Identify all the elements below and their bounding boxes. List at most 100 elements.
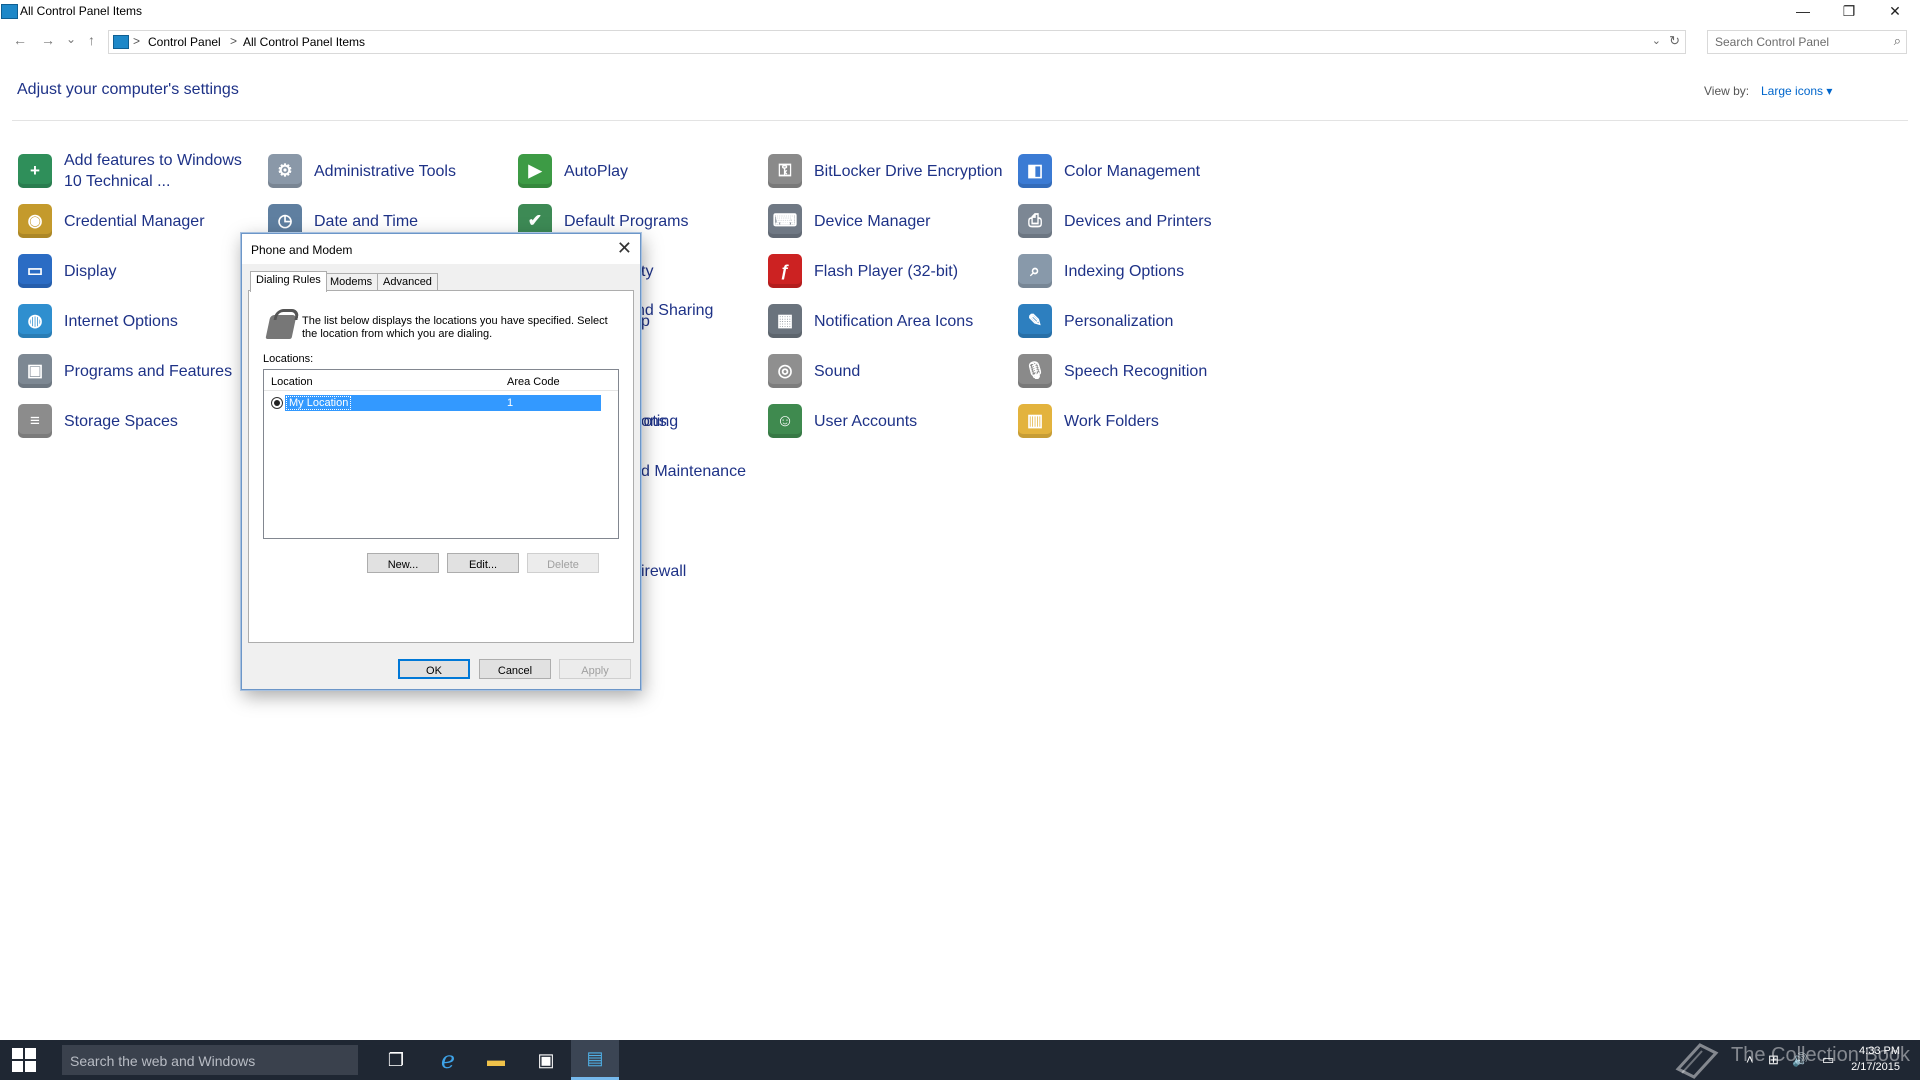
control-panel-item[interactable]: ƒ Flash Player (32-bit): [768, 246, 1014, 296]
phone-icon: [265, 315, 297, 339]
location-name: My Location: [286, 396, 352, 410]
back-arrow-icon[interactable]: ←: [13, 32, 27, 48]
credential-manager-icon: ◉: [18, 204, 52, 238]
control-panel-item-label: BitLocker Drive Encryption: [814, 162, 1003, 180]
control-panel-item-label: Flash Player (32-bit): [814, 262, 959, 280]
dialog-close-icon[interactable]: ✕: [617, 238, 632, 259]
control-panel-item-label: Default Programs: [564, 212, 689, 230]
refresh-icon[interactable]: ↻: [1669, 33, 1680, 49]
chevron-down-icon[interactable]: ⌄: [1652, 34, 1661, 47]
restore-button[interactable]: ❐: [1826, 0, 1872, 22]
breadcrumb-separator: >: [230, 34, 238, 48]
watermark-text: The Collection Book: [1731, 1044, 1910, 1066]
control-panel-item[interactable]: ▦ Notification Area Icons: [768, 296, 1014, 346]
task-view-icon[interactable]: ❐: [372, 1040, 420, 1080]
breadcrumb-separator: >: [133, 34, 141, 48]
control-panel-item[interactable]: ▶ AutoPlay: [518, 146, 764, 196]
control-panel-item[interactable]: ▣ Programs and Features: [18, 346, 264, 396]
column-header-location[interactable]: Location: [271, 376, 313, 388]
control-panel-item[interactable]: ⌕ Indexing Options: [1018, 246, 1264, 296]
locations-list[interactable]: Location Area Code My Location 1: [263, 369, 619, 539]
control-panel-item[interactable]: ◍ Internet Options: [18, 296, 264, 346]
control-panel-item-label: Internet Options: [64, 312, 178, 330]
notification-area-icon: ▦: [768, 304, 802, 338]
control-panel-item[interactable]: ▥ Work Folders: [1018, 396, 1264, 446]
control-panel-item-label: Personalization: [1064, 312, 1174, 330]
new-button[interactable]: New...: [367, 553, 439, 573]
tab-dialing-rules[interactable]: Dialing Rules: [250, 271, 327, 292]
view-by-label: View by:: [1704, 84, 1750, 98]
navigation-bar: ← → ⌄ ↑ > Control Panel > All Control Pa…: [0, 28, 1920, 54]
autoplay-icon: ▶: [518, 154, 552, 188]
internet-explorer-icon[interactable]: ℯ: [424, 1040, 472, 1080]
taskbar-search-input[interactable]: Search the web and Windows: [62, 1045, 358, 1075]
control-panel-item[interactable]: ⚿ BitLocker Drive Encryption: [768, 146, 1014, 196]
control-panel-item[interactable]: + Add features to Windows 10 Technical ..…: [18, 146, 264, 196]
control-panel-item[interactable]: ◉ Credential Manager: [18, 196, 264, 246]
header-divider: [264, 390, 618, 391]
control-panel-item[interactable]: 🎙 Speech Recognition: [1018, 346, 1264, 396]
breadcrumb-all-items[interactable]: All Control Panel Items: [243, 35, 365, 49]
control-panel-item-label: AutoPlay: [564, 162, 629, 180]
search-icon[interactable]: ⌕: [1894, 33, 1901, 49]
admin-tools-icon: ⚙: [268, 154, 302, 188]
control-panel-item-label: Device Manager: [814, 212, 931, 230]
up-arrow-icon[interactable]: ↑: [88, 32, 95, 48]
location-radio[interactable]: [271, 397, 283, 409]
control-panel-item[interactable]: ☺ User Accounts: [768, 396, 1014, 446]
store-icon[interactable]: ▣: [522, 1040, 570, 1080]
breadcrumb-control-panel[interactable]: Control Panel: [148, 35, 221, 49]
partial-item-label[interactable]: irewall: [641, 561, 686, 582]
control-panel-item-label: Speech Recognition: [1064, 362, 1208, 380]
add-features-icon: +: [18, 154, 52, 188]
partial-item-label[interactable]: ons: [641, 411, 667, 432]
file-explorer-icon[interactable]: ▬: [472, 1040, 520, 1080]
control-panel-item[interactable]: ◧ Color Management: [1018, 146, 1264, 196]
dialog-title: Phone and Modem: [251, 243, 353, 257]
control-panel-item[interactable]: ◎ Sound: [768, 346, 1014, 396]
forward-arrow-icon[interactable]: →: [41, 32, 55, 48]
tab-advanced[interactable]: Advanced: [377, 273, 438, 291]
apply-button[interactable]: Apply: [559, 659, 631, 679]
tab-modems[interactable]: Modems: [324, 273, 379, 291]
taskbar: Search the web and Windows ❐ ℯ ▬ ▣ ▤ ˄ ⊞…: [0, 1040, 1920, 1080]
storage-spaces-icon: ≡: [18, 404, 52, 438]
taskbar-search-placeholder: Search the web and Windows: [70, 1053, 256, 1069]
partial-item-label[interactable]: d Maintenance: [641, 461, 746, 482]
column-header-area-code[interactable]: Area Code: [507, 376, 560, 388]
start-button[interactable]: [0, 1040, 48, 1080]
dialog-title-bar: Phone and Modem ✕: [242, 234, 640, 264]
control-panel-item[interactable]: ⌨ Device Manager: [768, 196, 1014, 246]
control-panel-item-label: Date and Time: [314, 212, 419, 230]
ok-button[interactable]: OK: [398, 659, 470, 679]
cancel-button[interactable]: Cancel: [479, 659, 551, 679]
indexing-options-icon: ⌕: [1018, 254, 1052, 288]
close-button[interactable]: ✕: [1872, 0, 1918, 22]
partial-item-label[interactable]: p: [641, 311, 650, 332]
edit-button[interactable]: Edit...: [447, 553, 519, 573]
partial-item-label[interactable]: ty: [641, 261, 653, 282]
devices-printers-icon: ⎙: [1018, 204, 1052, 238]
control-panel-item[interactable]: ⚙ Administrative Tools: [268, 146, 514, 196]
control-panel-item[interactable]: ⎙ Devices and Printers: [1018, 196, 1264, 246]
control-panel-item[interactable]: ▭ Display: [18, 246, 264, 296]
view-by-dropdown[interactable]: Large icons ▾: [1761, 84, 1832, 98]
control-panel-taskbar-icon[interactable]: ▤: [571, 1040, 619, 1080]
search-input[interactable]: Search Control Panel ⌕: [1707, 30, 1907, 54]
recent-locations-icon[interactable]: ⌄: [66, 32, 76, 46]
control-panel-item-label: Display: [64, 262, 117, 280]
address-bar[interactable]: > Control Panel > All Control Panel Item…: [108, 30, 1686, 54]
control-panel-item-label: Notification Area Icons: [814, 312, 974, 330]
delete-button[interactable]: Delete: [527, 553, 599, 573]
minimize-button[interactable]: —: [1780, 0, 1826, 22]
color-management-icon: ◧: [1018, 154, 1052, 188]
control-panel-item-label: Sound: [814, 362, 861, 380]
bitlocker-icon: ⚿: [768, 154, 802, 188]
device-manager-icon: ⌨: [768, 204, 802, 238]
work-folders-icon: ▥: [1018, 404, 1052, 438]
control-panel-item[interactable]: ✎ Personalization: [1018, 296, 1264, 346]
search-placeholder: Search Control Panel: [1715, 35, 1830, 49]
dialing-rules-panel: The list below displays the locations yo…: [248, 290, 634, 643]
user-accounts-icon: ☺: [768, 404, 802, 438]
control-panel-item[interactable]: ≡ Storage Spaces: [18, 396, 264, 446]
